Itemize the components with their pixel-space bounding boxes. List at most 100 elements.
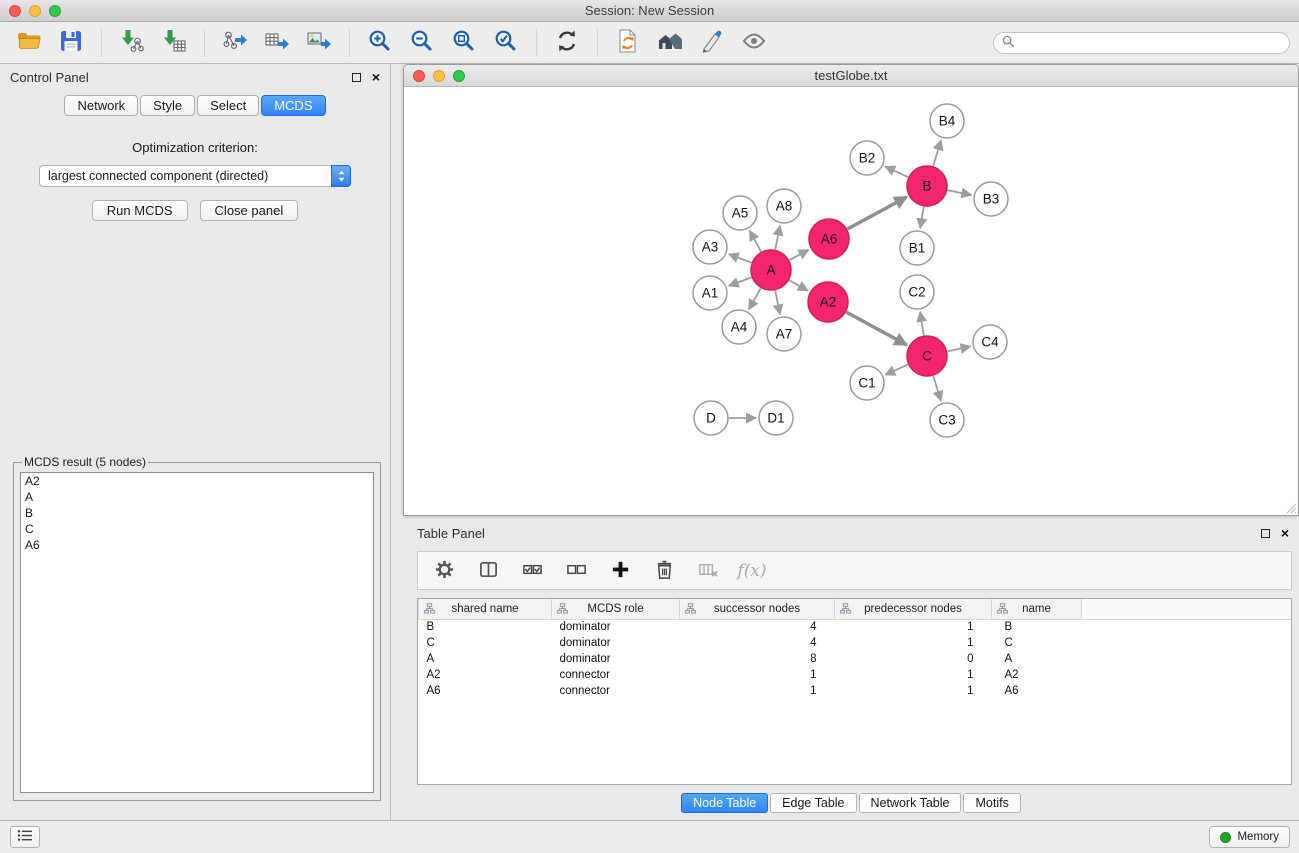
graph-node-C1[interactable]: C1 (850, 366, 884, 400)
mcds-result-item[interactable]: C (21, 521, 373, 537)
zoom-selected-button[interactable] (489, 27, 523, 59)
network-close-button[interactable] (413, 70, 425, 82)
graph-node-D[interactable]: D (694, 401, 728, 435)
table-panel-float-button[interactable] (1261, 529, 1270, 538)
graph-node-B1[interactable]: B1 (900, 231, 934, 265)
resize-grip[interactable] (1284, 501, 1297, 514)
table-row-B[interactable]: Bdominator41B (419, 619, 1292, 635)
graph-edge-A-A3[interactable] (729, 254, 752, 263)
refresh-view-button[interactable] (550, 27, 584, 59)
close-panel-button[interactable]: Close panel (200, 200, 299, 221)
column-header-successor-nodes[interactable]: successor nodes (680, 599, 835, 619)
graph-node-A3[interactable]: A3 (693, 230, 727, 264)
mcds-result-item[interactable]: B (21, 505, 373, 521)
maximize-window-button[interactable] (49, 5, 61, 17)
add-column-button[interactable] (606, 556, 634, 586)
table-row-A6[interactable]: A6connector11A6 (419, 683, 1292, 699)
control-panel-float-button[interactable] (352, 73, 361, 82)
graph-node-A7[interactable]: A7 (767, 317, 801, 351)
save-session-button[interactable] (54, 27, 88, 59)
control-panel-tab-mcds[interactable]: MCDS (261, 95, 325, 116)
table-options-button[interactable] (430, 556, 458, 586)
control-panel-close-button[interactable]: × (372, 71, 380, 83)
zoom-out-button[interactable] (405, 27, 439, 59)
graph-edge-A-A7[interactable] (775, 291, 780, 315)
table-row-C[interactable]: Cdominator41C (419, 635, 1292, 651)
graph-node-D1[interactable]: D1 (759, 401, 793, 435)
export-network-button[interactable] (218, 27, 252, 59)
task-history-button[interactable] (10, 826, 40, 848)
graph-node-A[interactable]: A (751, 250, 791, 290)
graph-edge-B-B3[interactable] (948, 190, 972, 195)
optimization-criterion-select[interactable]: largest connected component (directed) (39, 165, 351, 187)
graph-edge-B-B1[interactable] (920, 207, 924, 229)
control-panel-tab-select[interactable]: Select (197, 95, 259, 116)
control-panel-tab-network[interactable]: Network (64, 95, 138, 116)
mcds-result-list[interactable]: A2ABCA6 (20, 472, 374, 793)
memory-button[interactable]: Memory (1209, 826, 1290, 848)
graph-edge-A-A8[interactable] (775, 226, 780, 250)
graph-edge-C-C1[interactable] (885, 365, 908, 375)
graph-node-B[interactable]: B (907, 166, 947, 206)
network-maximize-button[interactable] (453, 70, 465, 82)
column-header-MCDS-role[interactable]: MCDS role (552, 599, 680, 619)
open-session-button[interactable] (12, 27, 46, 59)
table-tab-network-table[interactable]: Network Table (859, 793, 962, 813)
graph-node-A8[interactable]: A8 (767, 189, 801, 223)
graph-node-A1[interactable]: A1 (693, 276, 727, 310)
table-row-A2[interactable]: A2connector11A2 (419, 667, 1292, 683)
network-window-titlebar[interactable]: testGlobe.txt (404, 65, 1298, 87)
graph-edge-B-B4[interactable] (933, 140, 941, 166)
column-header-name[interactable]: name (992, 599, 1082, 619)
table-tab-motifs[interactable]: Motifs (963, 793, 1020, 813)
import-network-button[interactable] (115, 27, 149, 59)
network-canvas[interactable]: B4B2BB3A5A8A6A3B1AA1C2A2A4A7C4CC1C3DD1 (404, 87, 1298, 515)
search-input[interactable] (1020, 36, 1281, 50)
export-image-button[interactable] (302, 27, 336, 59)
table-tab-edge-table[interactable]: Edge Table (770, 793, 856, 813)
graph-edge-A-A5[interactable] (750, 231, 761, 252)
graph-edge-A-A2[interactable] (789, 280, 808, 290)
export-table-button[interactable] (260, 27, 294, 59)
graph-edge-C-C3[interactable] (933, 376, 941, 401)
minimize-window-button[interactable] (29, 5, 41, 17)
column-header-shared-name[interactable]: shared name (419, 599, 552, 619)
home-button[interactable] (653, 27, 687, 59)
mcds-result-item[interactable]: A6 (21, 537, 373, 553)
network-minimize-button[interactable] (433, 70, 445, 82)
graph-node-A4[interactable]: A4 (722, 310, 756, 344)
graph-node-B2[interactable]: B2 (850, 141, 884, 175)
select-all-button[interactable] (518, 556, 546, 586)
graph-node-B3[interactable]: B3 (974, 182, 1008, 216)
graph-edge-A-A4[interactable] (749, 288, 761, 309)
zoom-in-button[interactable] (363, 27, 397, 59)
mcds-result-item[interactable]: A (21, 489, 373, 505)
mcds-result-item[interactable]: A2 (21, 473, 373, 489)
deselect-all-button[interactable] (562, 556, 590, 586)
graph-edge-A6-B[interactable] (848, 197, 907, 229)
import-table-button[interactable] (157, 27, 191, 59)
column-header-predecessor-nodes[interactable]: predecessor nodes (835, 599, 992, 619)
graph-node-C4[interactable]: C4 (973, 325, 1007, 359)
run-mcds-button[interactable]: Run MCDS (92, 200, 188, 221)
reload-network-button[interactable] (611, 27, 645, 59)
control-panel-tab-style[interactable]: Style (140, 95, 195, 116)
graph-edge-A2-C[interactable] (846, 312, 906, 345)
show-columns-button[interactable] (474, 556, 502, 586)
graph-node-A5[interactable]: A5 (723, 196, 757, 230)
close-window-button[interactable] (9, 5, 21, 17)
graph-node-A6[interactable]: A6 (809, 219, 849, 259)
graph-node-C2[interactable]: C2 (900, 275, 934, 309)
table-tab-node-table[interactable]: Node Table (681, 793, 768, 813)
graph-edge-B-B2[interactable] (885, 167, 908, 178)
graph-node-B4[interactable]: B4 (930, 104, 964, 138)
graph-edge-A-A6[interactable] (790, 250, 809, 260)
graph-edge-C-C2[interactable] (920, 312, 924, 336)
graph-edge-C-C4[interactable] (948, 346, 971, 351)
annotation-button[interactable] (695, 27, 729, 59)
delete-column-button[interactable] (650, 556, 678, 586)
graph-node-C3[interactable]: C3 (930, 403, 964, 437)
table-panel-close-button[interactable]: × (1281, 527, 1289, 539)
zoom-fit-button[interactable] (447, 27, 481, 59)
search-box[interactable] (993, 32, 1290, 54)
